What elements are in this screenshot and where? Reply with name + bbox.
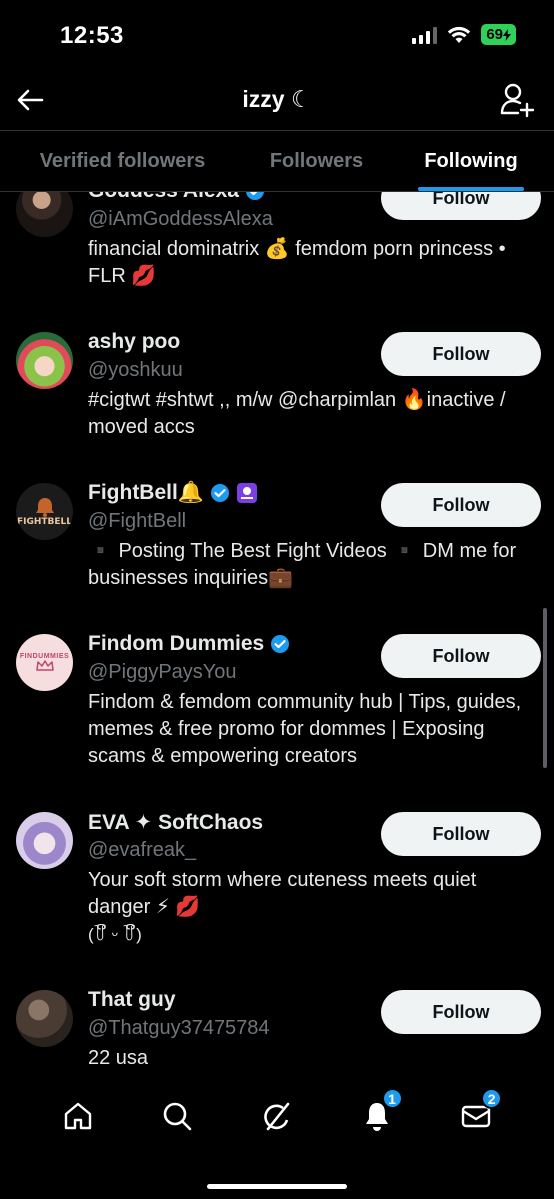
home-indicator [207,1184,347,1189]
verified-badge-icon [210,484,229,502]
avatar-text: FIGHTBELL [16,516,73,527]
battery-level: 69 [486,26,503,43]
person-add-icon [500,83,535,118]
wifi-icon [448,26,471,43]
cellular-signal-icon [412,26,438,44]
user-bio: financial dominatrix 💰 femdom porn princ… [88,238,506,287]
nav-messages[interactable]: 2 [456,1088,503,1136]
search-icon [164,1102,192,1131]
status-time: 12:53 [60,22,124,49]
verified-badge-icon [271,635,290,653]
user-bio: 22 usa [88,1047,149,1069]
user-name[interactable]: FightBell🔔 [88,481,204,505]
follow-button[interactable]: Follow [381,192,541,220]
battery-indicator: 69 [481,24,516,45]
follow-button[interactable]: Follow [381,634,541,678]
affiliate-badge-icon [236,483,257,503]
charging-icon [503,28,511,41]
bell-logo-icon [35,497,54,517]
tab-label: Followers [269,149,364,172]
avatar[interactable]: FINDUMMIES [16,634,73,691]
follow-button[interactable]: Follow [381,990,541,1034]
tab-verified-followers[interactable]: Verified followers [0,131,245,191]
avatar-text: FINDUMMIES [19,653,70,660]
nav-home[interactable] [58,1096,98,1136]
tab-bar: Verified followers Followers Following [0,130,554,192]
user-bio: Your soft storm where cuteness meets qui… [88,869,477,918]
nav-grok[interactable] [257,1096,297,1136]
avatar[interactable] [16,332,73,389]
tab-label: Verified followers [39,149,206,172]
grok-icon [264,1102,290,1131]
user-name[interactable]: That guy [88,988,176,1012]
following-list[interactable]: Goddess Alexa @iAmGoddessAlexa financial… [0,192,554,1074]
status-bar: 12:53 69 [0,0,554,72]
nav-search[interactable] [157,1096,197,1136]
bottom-nav: 1 2 [0,1074,554,1158]
home-icon [64,1102,91,1130]
tab-followers[interactable]: Followers [245,131,388,191]
follow-button[interactable]: Follow [381,812,541,856]
active-tab-indicator [418,187,524,191]
scrollbar[interactable] [543,608,547,768]
tab-following[interactable]: Following [388,131,554,191]
follow-button[interactable]: Follow [381,332,541,376]
avatar[interactable] [16,812,73,869]
page-title: izzy ☾ [242,86,312,112]
user-bio-line: (꒦ິ ᵕ ꒦ິ) [88,925,142,944]
user-name[interactable]: Findom Dummies [88,632,264,656]
nav-notifications[interactable]: 1 [357,1088,403,1136]
user-name[interactable]: Goddess Alexa [88,192,239,203]
verified-badge-icon [246,192,264,200]
add-user-button[interactable] [500,82,535,118]
user-bio: Findom & femdom community hub | Tips, gu… [88,691,522,767]
avatar[interactable] [16,990,73,1047]
tab-label: Following [424,149,518,172]
notifications-badge: 1 [381,1088,403,1109]
avatar[interactable] [16,192,73,237]
user-name[interactable]: EVA ✦ SoftChaos [88,810,263,835]
status-icons: 69 [412,24,516,45]
user-name[interactable]: ashy poo [88,330,180,354]
follow-button[interactable]: Follow [381,483,541,527]
user-bio: ▪️ Posting The Best Fight Videos ▪️ DM m… [88,540,517,589]
crown-icon [35,660,54,671]
user-bio: #cigtwt #shtwt ,, m/w @charpimlan 🔥inact… [88,389,506,438]
messages-badge: 2 [481,1088,503,1109]
avatar[interactable]: FIGHTBELL [16,483,73,540]
header: izzy ☾ [0,72,554,130]
